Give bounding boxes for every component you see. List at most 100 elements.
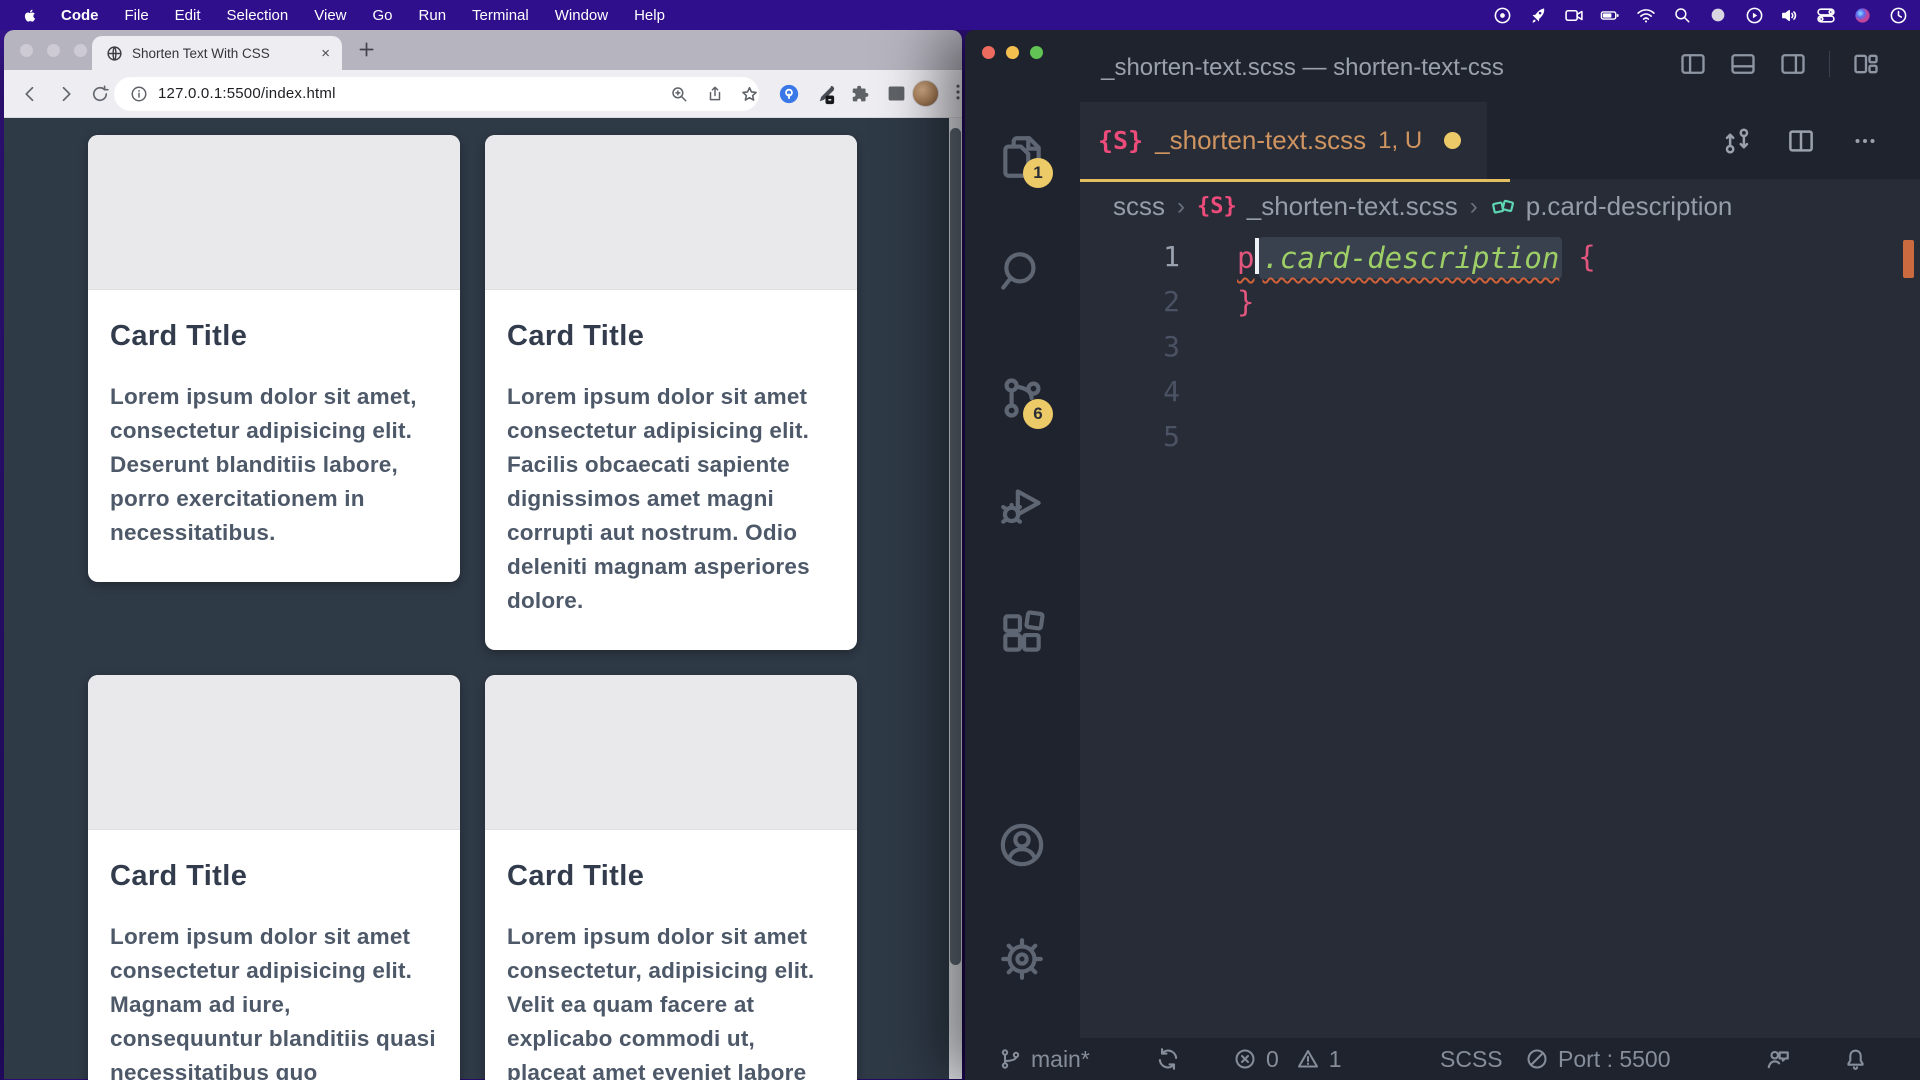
browser-tab[interactable]: Shorten Text With CSS × bbox=[92, 36, 342, 70]
status-bar: main* 0 1 SCSS Port : 5500 bbox=[965, 1038, 1920, 1080]
menu-item-code[interactable]: Code bbox=[48, 0, 112, 30]
screen-record-icon[interactable] bbox=[1564, 5, 1584, 25]
code-line-2: 2 } bbox=[1080, 279, 1920, 324]
feedback-item[interactable] bbox=[1765, 1038, 1791, 1080]
site-info-icon[interactable] bbox=[130, 85, 148, 103]
scss-file-icon: {S} bbox=[1197, 194, 1237, 219]
language-mode-item[interactable]: SCSS bbox=[1440, 1038, 1503, 1080]
live-server-port-item[interactable]: Port : 5500 bbox=[1525, 1038, 1671, 1080]
code-line-5: 5 bbox=[1080, 414, 1920, 459]
toggle-secondary-sidebar-icon[interactable] bbox=[1779, 50, 1807, 78]
menu-item-run[interactable]: Run bbox=[406, 0, 460, 30]
macos-menu-bar: Code File Edit Selection View Go Run Ter… bbox=[0, 0, 1920, 30]
card-description: Lorem ipsum dolor sit amet consectetur a… bbox=[110, 920, 438, 1080]
tab-close-icon[interactable]: × bbox=[321, 45, 330, 62]
problems-item[interactable]: 0 1 bbox=[1233, 1038, 1342, 1080]
rocket-icon[interactable] bbox=[1528, 5, 1548, 25]
branch-name: main* bbox=[1031, 1046, 1090, 1073]
profile-avatar[interactable] bbox=[912, 80, 939, 107]
back-button[interactable] bbox=[20, 84, 40, 104]
source-control-icon[interactable]: 6 bbox=[997, 373, 1047, 423]
address-bar[interactable]: 127.0.0.1:5500/index.html bbox=[114, 77, 759, 111]
new-tab-button[interactable] bbox=[356, 39, 377, 60]
menu-item-view[interactable]: View bbox=[301, 0, 359, 30]
bookmark-star-icon[interactable] bbox=[740, 85, 759, 104]
card-description: Lorem ipsum dolor sit amet, consectetur … bbox=[110, 380, 438, 550]
search-icon[interactable] bbox=[997, 247, 1047, 297]
page-scrollbar[interactable] bbox=[949, 118, 962, 1079]
editor-tab[interactable]: {S} _shorten-text.scss 1, U bbox=[1080, 102, 1487, 179]
window-close-button[interactable] bbox=[20, 44, 33, 57]
reload-button[interactable] bbox=[90, 84, 110, 104]
menu-item-terminal[interactable]: Terminal bbox=[459, 0, 542, 30]
run-debug-icon[interactable] bbox=[997, 480, 1047, 530]
chevron-right-icon: › bbox=[1177, 193, 1185, 221]
error-count: 0 bbox=[1266, 1046, 1279, 1073]
extensions-puzzle-icon[interactable] bbox=[850, 83, 872, 105]
siri-icon[interactable] bbox=[1852, 5, 1872, 25]
open-brace-token: { bbox=[1578, 240, 1595, 274]
menu-item-window[interactable]: Window bbox=[542, 0, 621, 30]
settings-gear-icon[interactable] bbox=[997, 934, 1047, 984]
source-control-badge: 6 bbox=[1023, 399, 1053, 429]
reading-mode-icon[interactable] bbox=[886, 83, 907, 104]
toggle-panel-icon[interactable] bbox=[1729, 50, 1757, 78]
battery-icon[interactable] bbox=[1600, 5, 1620, 25]
extensions-icon[interactable] bbox=[997, 609, 1047, 659]
window-zoom-button[interactable] bbox=[74, 44, 87, 57]
git-branch-item[interactable]: main* bbox=[998, 1038, 1090, 1080]
card-2: Card Title Lorem ipsum dolor sit amet co… bbox=[485, 135, 857, 650]
account-icon[interactable] bbox=[997, 820, 1047, 870]
menu-item-help[interactable]: Help bbox=[621, 0, 678, 30]
breadcrumb-symbol[interactable]: p.card-description bbox=[1526, 191, 1733, 222]
line-number: 4 bbox=[1080, 375, 1180, 408]
scrollbar-thumb[interactable] bbox=[950, 128, 961, 965]
browser-menu-icon[interactable] bbox=[948, 82, 962, 102]
volume-icon[interactable] bbox=[1780, 5, 1800, 25]
card-image-placeholder bbox=[88, 135, 460, 290]
warning-count: 1 bbox=[1329, 1046, 1342, 1073]
sync-changes-item[interactable] bbox=[1155, 1038, 1181, 1080]
wifi-icon[interactable] bbox=[1636, 5, 1656, 25]
clock-icon[interactable] bbox=[1888, 5, 1908, 25]
browser-window: Shorten Text With CSS × 127.0.0.1:5500/i… bbox=[4, 30, 962, 1080]
share-icon[interactable] bbox=[706, 85, 724, 103]
menu-item-file[interactable]: File bbox=[112, 0, 162, 30]
active-tab-underline bbox=[1080, 179, 1510, 182]
control-center-icon[interactable] bbox=[1816, 5, 1836, 25]
unsaved-changes-dot[interactable] bbox=[1444, 132, 1461, 149]
web-page: Card Title Lorem ipsum dolor sit amet, c… bbox=[4, 118, 962, 1079]
card-3: Card Title Lorem ipsum dolor sit amet co… bbox=[88, 675, 460, 1080]
overview-ruler-warning-marker bbox=[1903, 240, 1914, 278]
code-line-1: 1 p.card-description{ bbox=[1080, 234, 1920, 279]
window-minimize-button[interactable] bbox=[47, 44, 60, 57]
breadcrumb-file[interactable]: _shorten-text.scss bbox=[1247, 191, 1458, 222]
apple-menu-icon[interactable] bbox=[22, 6, 38, 24]
password-manager-extension-icon[interactable] bbox=[778, 83, 800, 105]
more-actions-icon[interactable] bbox=[1850, 126, 1880, 156]
zoom-icon[interactable] bbox=[670, 85, 688, 103]
card-title: Card Title bbox=[110, 860, 438, 893]
menu-item-go[interactable]: Go bbox=[360, 0, 406, 30]
menu-item-edit[interactable]: Edit bbox=[162, 0, 214, 30]
card-title: Card Title bbox=[507, 320, 835, 353]
play-circle-icon[interactable] bbox=[1744, 5, 1764, 25]
menu-item-selection[interactable]: Selection bbox=[214, 0, 302, 30]
explorer-icon[interactable]: 1 bbox=[997, 132, 1047, 182]
forward-button[interactable] bbox=[56, 84, 76, 104]
scss-file-icon: {S} bbox=[1098, 126, 1143, 155]
url-text[interactable]: 127.0.0.1:5500/index.html bbox=[158, 85, 336, 102]
breadcrumb-folder[interactable]: scss bbox=[1113, 191, 1165, 222]
toggle-primary-sidebar-icon[interactable] bbox=[1679, 50, 1707, 78]
code-area[interactable]: 1 p.card-description{ 2 } 3 4 5 bbox=[1080, 234, 1920, 459]
explorer-badge: 1 bbox=[1023, 158, 1053, 188]
open-changes-icon[interactable] bbox=[1722, 126, 1752, 156]
editor-group[interactable]: {S} _shorten-text.scss 1, U scss › {S} _… bbox=[1080, 102, 1920, 1038]
notifications-bell-icon[interactable] bbox=[1843, 1038, 1868, 1080]
color-picker-extension-icon[interactable] bbox=[814, 83, 837, 106]
customize-layout-icon[interactable] bbox=[1852, 50, 1880, 78]
split-editor-icon[interactable] bbox=[1786, 126, 1816, 156]
spotlight-search-icon[interactable] bbox=[1672, 5, 1692, 25]
record-icon[interactable] bbox=[1492, 5, 1512, 25]
camera-dot-icon[interactable] bbox=[1708, 5, 1728, 25]
